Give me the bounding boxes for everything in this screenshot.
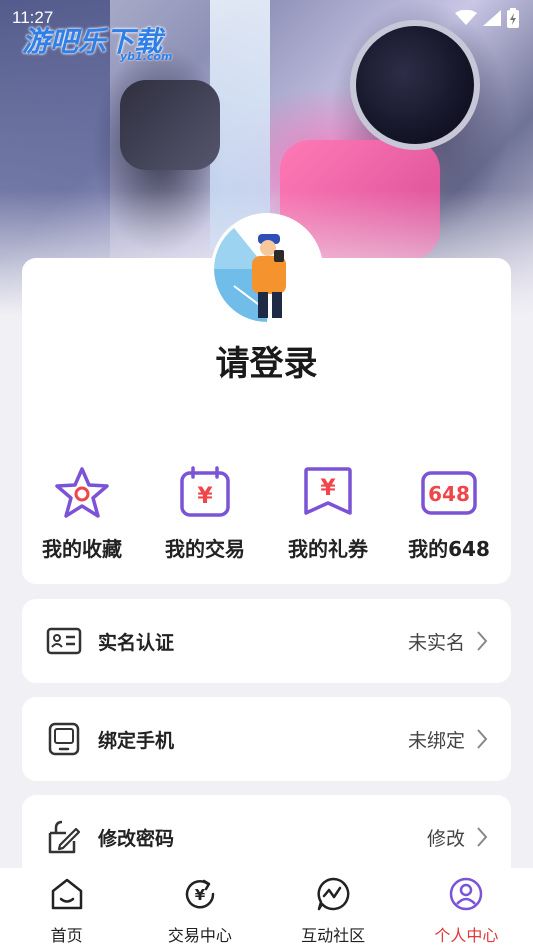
exchange-yen-icon: ¥ (185, 879, 215, 909)
battery-icon (507, 8, 519, 28)
watermark-logo: 游吧乐下载 yb1.com (22, 20, 172, 63)
avatar[interactable] (214, 216, 320, 322)
menu-change-password[interactable]: 修改密码 修改 (22, 795, 511, 879)
tab-label: 互动社区 (301, 926, 366, 945)
chevron-right-icon (477, 631, 488, 651)
menu-value: 未实名 (407, 631, 465, 654)
tab-label: 首页 (50, 926, 83, 945)
quick-648[interactable]: 648 我的648 (389, 465, 509, 562)
chevron-right-icon (477, 827, 488, 847)
quick-trades[interactable]: ¥ 我的交易 (145, 465, 265, 562)
menu-label: 绑定手机 (98, 729, 175, 752)
hero-astronaut-boot (120, 80, 220, 170)
quick-vouchers[interactable]: ¥ 我的礼券 (268, 465, 388, 562)
quick-label: 我的礼券 (288, 537, 368, 561)
quick-label: 我的648 (408, 537, 490, 561)
quick-favorites[interactable]: 我的收藏 (22, 465, 142, 562)
tab-home[interactable]: 首页 (0, 868, 133, 948)
user-icon (450, 877, 483, 911)
avatar-illustration (214, 216, 320, 322)
tab-profile[interactable]: 个人中心 (400, 868, 533, 948)
signal-icon (483, 10, 501, 26)
login-prompt[interactable]: 请登录 (0, 336, 533, 385)
tab-trade-center[interactable]: ¥ 交易中心 (133, 868, 266, 948)
menu-label: 修改密码 (98, 827, 175, 850)
quick-label: 我的收藏 (42, 537, 122, 561)
home-icon (51, 878, 82, 910)
menu-real-name[interactable]: 实名认证 未实名 (22, 599, 511, 683)
tab-community[interactable]: 互动社区 (267, 868, 400, 948)
calendar-yen-icon: ¥ (180, 466, 230, 517)
svg-text:¥: ¥ (197, 484, 213, 509)
svg-text:¥: ¥ (320, 476, 336, 501)
watermark-sub: yb1.com (120, 50, 173, 63)
badge-648-icon: 648 (421, 471, 477, 515)
tab-label: 个人中心 (434, 926, 499, 945)
status-icons (455, 8, 519, 28)
menu-label: 实名认证 (98, 631, 175, 654)
id-card-icon (46, 627, 82, 655)
chevron-right-icon (477, 729, 488, 749)
star-icon (55, 467, 109, 518)
tab-label: 交易中心 (167, 926, 232, 945)
bottom-tab-bar: 首页 ¥ 交易中心 互动社区 个人中心 (0, 868, 533, 948)
chat-pulse-icon (317, 877, 350, 911)
wifi-icon (455, 10, 477, 25)
quick-label: 我的交易 (165, 537, 245, 561)
hero-astronaut-helmet (350, 20, 480, 150)
edit-lock-icon (48, 820, 81, 854)
menu-value: 修改 (426, 827, 465, 850)
svg-text:¥: ¥ (195, 886, 206, 904)
voucher-yen-icon: ¥ (304, 467, 352, 515)
badge-648-text: 648 (428, 482, 470, 506)
menu-bind-phone[interactable]: 绑定手机 未绑定 (22, 697, 511, 781)
menu-value: 未绑定 (407, 729, 465, 752)
phone-icon (48, 722, 80, 756)
